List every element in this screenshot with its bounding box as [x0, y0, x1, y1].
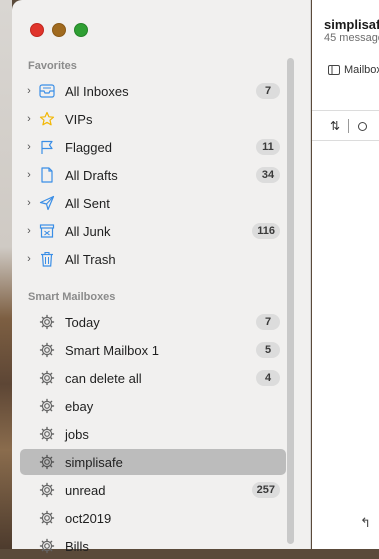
smart-mailbox-unread[interactable]: unread 257	[20, 477, 286, 503]
chevron-right-icon[interactable]: ›	[22, 85, 36, 97]
sidebar-item-label: All Junk	[65, 223, 111, 239]
gear-icon	[38, 397, 56, 415]
sidebar-item-flagged[interactable]: › Flagged 11	[20, 134, 286, 160]
gear-icon	[38, 313, 56, 331]
sidebar-item-label: can delete all	[65, 370, 142, 386]
smart-mailbox-jobs[interactable]: jobs	[20, 421, 286, 447]
unread-count-badge: 7	[256, 83, 280, 99]
smart-mailbox-ebay[interactable]: ebay	[20, 393, 286, 419]
mailboxes-button-label: Mailboxes	[344, 64, 379, 76]
sidebar-item-label: All Inboxes	[65, 83, 129, 99]
zoom-window-button[interactable]	[74, 23, 88, 37]
sidebar-item-label: All Trash	[65, 251, 116, 267]
sidebar-item-all-sent[interactable]: › All Sent	[20, 190, 286, 216]
mailbox-title: simplisafe	[324, 17, 379, 32]
sidebar-item-label: Today	[65, 314, 100, 330]
gear-icon	[38, 481, 56, 499]
unread-count-badge: 34	[256, 167, 280, 183]
minimize-window-button[interactable]	[52, 23, 66, 37]
sidebar-item-label: unread	[65, 482, 106, 498]
gear-icon	[38, 509, 56, 527]
sidebar-item-label: simplisafe	[65, 454, 123, 470]
sidebar-item-all-drafts[interactable]: › All Drafts 34	[20, 162, 286, 188]
sidebar-item-label: ebay	[65, 398, 94, 414]
trash-icon	[38, 250, 56, 268]
desktop-wallpaper	[0, 0, 12, 549]
sidebar-item-label: All Drafts	[65, 167, 118, 183]
message-list-toolbar: ⇅	[312, 112, 379, 141]
sidebar-scrollbar[interactable]	[287, 58, 294, 544]
flag-icon	[38, 138, 56, 156]
gear-icon	[38, 453, 56, 471]
smart-mailboxes-heading[interactable]: Smart Mailboxes	[28, 291, 115, 303]
chevron-right-icon[interactable]: ›	[22, 113, 36, 125]
unread-count-badge: 5	[256, 342, 280, 358]
chevron-right-icon[interactable]: ›	[22, 225, 36, 237]
toolbar-divider	[348, 119, 350, 133]
unread-count-badge: 11	[256, 139, 280, 155]
mailboxes-button[interactable]: Mailboxes	[328, 64, 379, 76]
unread-count-badge: 116	[252, 223, 280, 239]
message-list-pane: simplisafe 45 messages Mailboxes ⇅ ↰	[312, 0, 379, 549]
chevron-right-icon[interactable]: ›	[22, 197, 36, 209]
unread-count-badge: 4	[256, 370, 280, 386]
gear-icon	[38, 341, 56, 359]
smart-mailbox-can-delete-all[interactable]: can delete all 4	[20, 365, 286, 391]
favorites-heading[interactable]: Favorites	[28, 60, 77, 72]
junk-icon	[38, 222, 56, 240]
gear-icon	[38, 369, 56, 387]
window-controls	[30, 23, 88, 37]
sidebar-item-label: Bills	[65, 538, 89, 554]
sidebar-item-label: oct2019	[65, 510, 112, 526]
sidebar-item-label: All Sent	[65, 195, 110, 211]
reply-icon[interactable]: ↰	[360, 515, 371, 531]
sidebar-toggle-icon	[328, 65, 340, 75]
smart-mailbox-oct2019[interactable]: oct2019	[20, 505, 286, 531]
smart-mailbox-1[interactable]: Smart Mailbox 1 5	[20, 337, 286, 363]
gear-icon	[38, 537, 56, 555]
sidebar-item-label: VIPs	[65, 111, 93, 127]
chevron-right-icon[interactable]: ›	[22, 169, 36, 181]
sort-icon[interactable]: ⇅	[330, 119, 340, 133]
chevron-right-icon[interactable]: ›	[22, 253, 36, 265]
message-count: 45 messages	[324, 32, 379, 44]
sidebar-item-label: Smart Mailbox 1	[65, 342, 159, 358]
smart-mailbox-today[interactable]: Today 7	[20, 309, 286, 335]
unread-count-badge: 257	[251, 482, 280, 498]
document-icon	[38, 166, 56, 184]
sidebar-item-vips[interactable]: › VIPs	[20, 106, 286, 132]
paper-plane-icon	[38, 194, 56, 212]
message-list-header: simplisafe 45 messages Mailboxes	[312, 0, 379, 111]
chevron-right-icon[interactable]: ›	[22, 141, 36, 153]
sidebar-item-all-inboxes[interactable]: › All Inboxes 7	[20, 78, 286, 104]
star-icon	[38, 110, 56, 128]
sidebar-item-all-trash[interactable]: › All Trash	[20, 246, 286, 272]
unread-count-badge: 7	[256, 314, 280, 330]
inbox-icon	[38, 82, 56, 100]
mailbox-sidebar: Favorites › All Inboxes 7 › VIPs › Flagg…	[12, 0, 311, 554]
smart-mailbox-simplisafe[interactable]: simplisafe	[20, 449, 286, 475]
sidebar-item-all-junk[interactable]: › All Junk 116	[20, 218, 286, 244]
gear-icon	[38, 425, 56, 443]
sidebar-item-label: jobs	[65, 426, 89, 442]
smart-mailbox-bills[interactable]: Bills	[20, 533, 286, 559]
close-window-button[interactable]	[30, 23, 44, 37]
filter-icon[interactable]	[358, 121, 368, 131]
sidebar-item-label: Flagged	[65, 139, 112, 155]
